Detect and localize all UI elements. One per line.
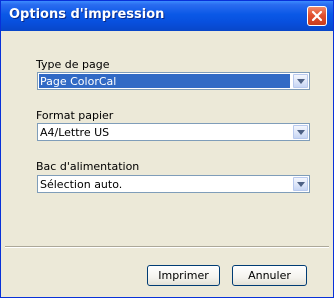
title-bar[interactable]: Options d'impression: [1, 1, 333, 31]
paper-format-label: Format papier: [36, 109, 114, 122]
page-type-select[interactable]: Page ColorCal: [37, 72, 310, 90]
paper-format-value: A4/Lettre US: [40, 126, 110, 139]
chevron-down-icon: [297, 79, 305, 84]
page-type-label: Type de page: [36, 58, 110, 71]
divider: [5, 246, 329, 248]
close-icon: [311, 10, 323, 22]
paper-format-dropdown-button[interactable]: [293, 125, 308, 139]
paper-format-select[interactable]: A4/Lettre US: [37, 123, 310, 141]
cancel-button[interactable]: Annuler: [232, 265, 307, 286]
chevron-down-icon: [297, 130, 305, 135]
close-button[interactable]: [307, 6, 327, 26]
paper-tray-value: Sélection auto.: [40, 178, 123, 191]
chevron-down-icon: [297, 182, 305, 187]
window-title: Options d'impression: [9, 7, 165, 22]
page-type-value: Page ColorCal: [40, 75, 117, 88]
dialog-body: Type de page Page ColorCal Format papier…: [5, 31, 329, 293]
print-button[interactable]: Imprimer: [147, 265, 220, 286]
paper-tray-label: Bac d'alimentation: [36, 160, 140, 173]
page-type-dropdown-button[interactable]: [293, 74, 308, 88]
print-options-dialog: Options d'impression Type de page Page C…: [0, 0, 334, 298]
paper-tray-dropdown-button[interactable]: [293, 177, 308, 191]
paper-tray-select[interactable]: Sélection auto.: [37, 175, 310, 193]
